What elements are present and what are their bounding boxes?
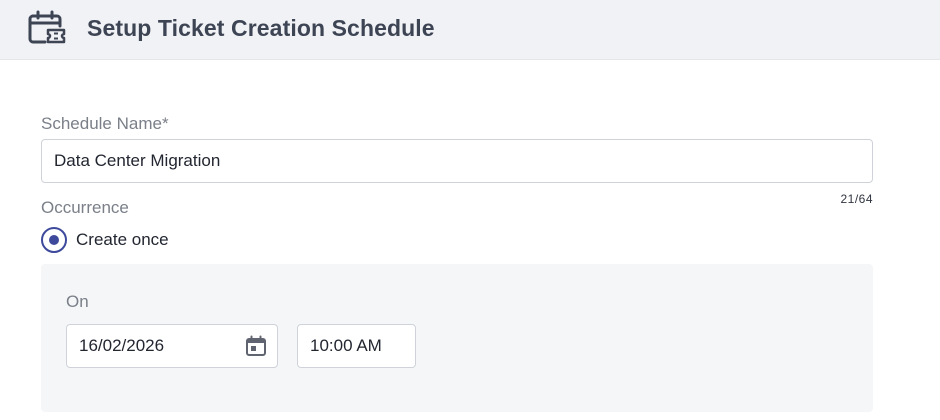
on-label: On bbox=[66, 292, 89, 311]
calendar-ticket-icon bbox=[28, 10, 66, 44]
create-once-option[interactable]: Create once bbox=[41, 227, 169, 253]
page-header: Setup Ticket Creation Schedule bbox=[0, 0, 940, 60]
create-once-label: Create once bbox=[76, 230, 169, 249]
date-value: 16/02/2026 bbox=[79, 336, 165, 355]
radio-button[interactable] bbox=[41, 227, 67, 253]
page-title: Setup Ticket Creation Schedule bbox=[87, 15, 435, 41]
schedule-name-input[interactable] bbox=[41, 139, 873, 183]
schedule-name-label: Schedule Name* bbox=[41, 114, 169, 133]
time-value: 10:00 AM bbox=[310, 336, 382, 355]
character-counter: 21/64 bbox=[840, 192, 873, 206]
calendar-icon[interactable] bbox=[245, 335, 267, 357]
occurrence-label: Occurrence bbox=[41, 198, 129, 217]
date-field[interactable]: 16/02/2026 bbox=[66, 324, 278, 368]
radio-selected-dot bbox=[49, 235, 59, 245]
time-field[interactable]: 10:00 AM bbox=[297, 324, 416, 368]
